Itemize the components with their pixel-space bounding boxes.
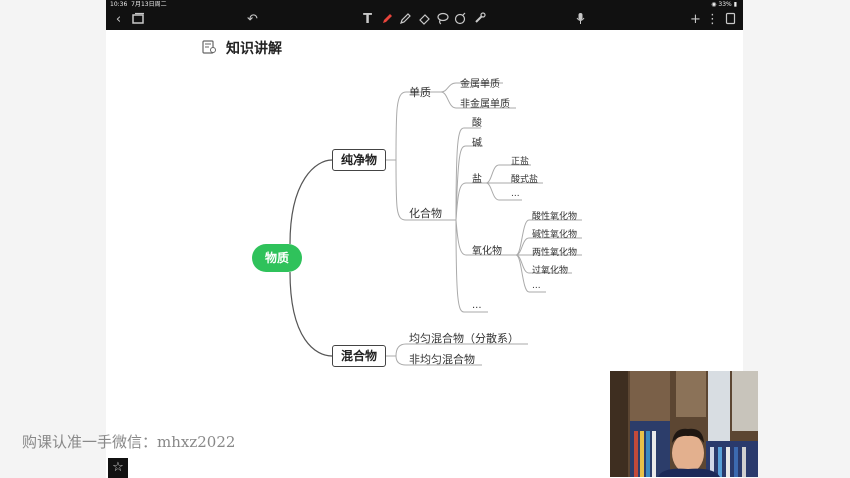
left-margin: [0, 0, 106, 478]
mindmap-leaf: 非金属单质: [460, 99, 510, 110]
mindmap-leaf: ...: [472, 300, 482, 311]
mindmap-leaf: 过氧化物: [532, 266, 569, 276]
mindmap-node-pure: 纯净物: [332, 149, 386, 171]
mindmap-leaf: ...: [532, 281, 541, 291]
right-margin: [743, 0, 850, 478]
mindmap-leaf: 酸性氧化物: [532, 212, 578, 222]
mindmap-node-base: 碱: [472, 138, 482, 149]
watermark-text: 购课认准一手微信：mhxz2022: [22, 433, 236, 451]
mindmap-leaf: 金属单质: [460, 79, 500, 90]
mindmap-leaf: 均匀混合物（分散系）: [409, 332, 519, 345]
mindmap-leaf: ...: [511, 189, 520, 199]
mindmap-node-acid: 酸: [472, 118, 482, 129]
mindmap-node-compound: 化合物: [409, 207, 442, 220]
mindmap-leaf: 正盐: [511, 157, 530, 167]
mindmap-node-mixture: 混合物: [332, 345, 386, 367]
mindmap-node-oxide: 氧化物: [472, 246, 502, 257]
mindmap-leaf: 碱性氧化物: [532, 230, 578, 240]
mindmap-leaf: 两性氧化物: [532, 248, 578, 258]
mindmap-node-salt: 盐: [472, 174, 482, 185]
star-icon[interactable]: ☆: [108, 458, 128, 478]
mindmap-leaf: 非均匀混合物: [409, 353, 475, 366]
mindmap-node-element: 单质: [409, 86, 431, 99]
mindmap-leaf: 酸式盐: [511, 175, 539, 185]
webcam-video: [610, 371, 758, 477]
mindmap-root-node: 物质: [252, 244, 302, 272]
